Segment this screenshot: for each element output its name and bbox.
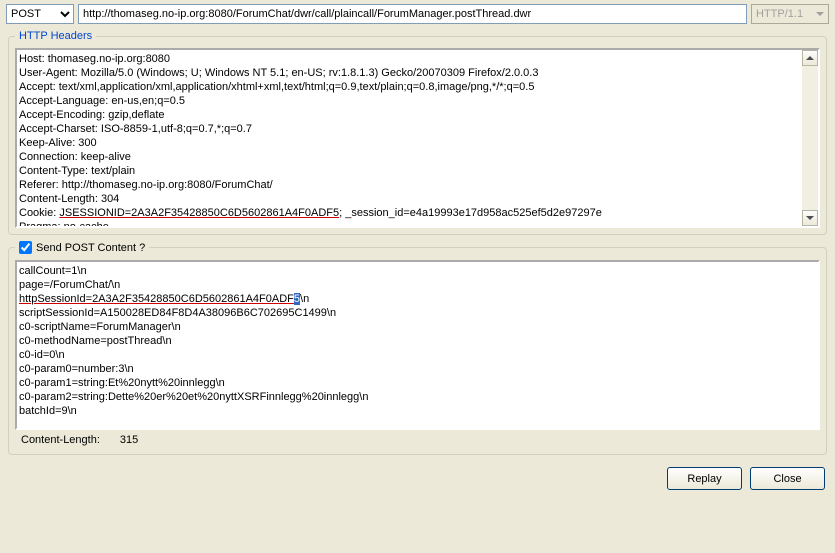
header-line: Host: thomaseg.no-ip.org:8080 — [19, 52, 816, 66]
post-content-group: Send POST Content ? callCount=1\npage=/F… — [8, 241, 827, 455]
post-line: page=/ForumChat/\n — [19, 278, 816, 292]
post-line: c0-scriptName=ForumManager\n — [19, 320, 816, 334]
header-line: Content-Length: 304 — [19, 192, 816, 206]
post-line: c0-param0=number:3\n — [19, 362, 816, 376]
send-post-label: Send POST Content ? — [36, 242, 145, 254]
post-content-textarea[interactable]: callCount=1\npage=/ForumChat/\nhttpSessi… — [15, 260, 820, 430]
header-line: Keep-Alive: 300 — [19, 136, 816, 150]
scroll-down-button[interactable] — [802, 210, 818, 226]
post-line-httpsession: httpSessionId=2A3A2F35428850C6D5602861A4… — [19, 292, 816, 306]
header-line: Accept-Charset: ISO-8859-1,utf-8;q=0.7,*… — [19, 122, 816, 136]
jsessionid-value: JSESSIONID=2A3A2F35428850C6D5602861A4F0A… — [59, 207, 339, 219]
url-input[interactable] — [78, 4, 747, 24]
arrow-up-icon — [806, 56, 814, 60]
content-length-label: Content-Length: — [21, 434, 100, 446]
replay-button[interactable]: Replay — [667, 467, 742, 490]
post-line: scriptSessionId=A150028ED84F8D4A38096B6C… — [19, 306, 816, 320]
http-version-button[interactable]: HTTP/1.1 — [751, 4, 829, 24]
http-version-label: HTTP/1.1 — [756, 8, 803, 20]
post-line: c0-methodName=postThread\n — [19, 334, 816, 348]
post-line: c0-param1=string:Et%20nytt%20innlegg\n — [19, 376, 816, 390]
post-line: batchId=9\n — [19, 404, 816, 418]
post-line: callCount=1\n — [19, 264, 816, 278]
header-line: Pragma: no-cache — [19, 220, 816, 228]
post-line: c0-id=0\n — [19, 348, 816, 362]
http-headers-title: HTTP Headers — [15, 30, 96, 42]
send-post-checkbox[interactable] — [19, 241, 32, 254]
http-method-select[interactable]: POST — [6, 4, 74, 24]
header-line: Accept-Language: en-us,en;q=0.5 — [19, 94, 816, 108]
selected-char: 5 — [294, 293, 300, 305]
header-line-cookie: Cookie: JSESSIONID=2A3A2F35428850C6D5602… — [19, 206, 816, 220]
content-length-value: 315 — [120, 434, 138, 446]
post-line: c0-param2=string:Dette%20er%20et%20nyttX… — [19, 390, 816, 404]
header-line: User-Agent: Mozilla/5.0 (Windows; U; Win… — [19, 66, 816, 80]
chevron-down-icon — [816, 12, 824, 16]
arrow-down-icon — [806, 216, 814, 220]
httpsessionid-value: httpSessionId=2A3A2F35428850C6D5602861A4… — [19, 293, 294, 305]
header-line: Accept-Encoding: gzip,deflate — [19, 108, 816, 122]
header-line: Accept: text/xml,application/xml,applica… — [19, 80, 816, 94]
scroll-up-button[interactable] — [802, 50, 818, 66]
close-button[interactable]: Close — [750, 467, 825, 490]
http-headers-group: HTTP Headers Host: thomaseg.no-ip.org:80… — [8, 30, 827, 235]
header-line: Content-Type: text/plain — [19, 164, 816, 178]
scroll-track[interactable] — [802, 66, 818, 210]
header-line: Referer: http://thomaseg.no-ip.org:8080/… — [19, 178, 816, 192]
header-line: Connection: keep-alive — [19, 150, 816, 164]
http-headers-textarea[interactable]: Host: thomaseg.no-ip.org:8080User-Agent:… — [15, 48, 820, 228]
scrollbar[interactable] — [802, 50, 818, 226]
